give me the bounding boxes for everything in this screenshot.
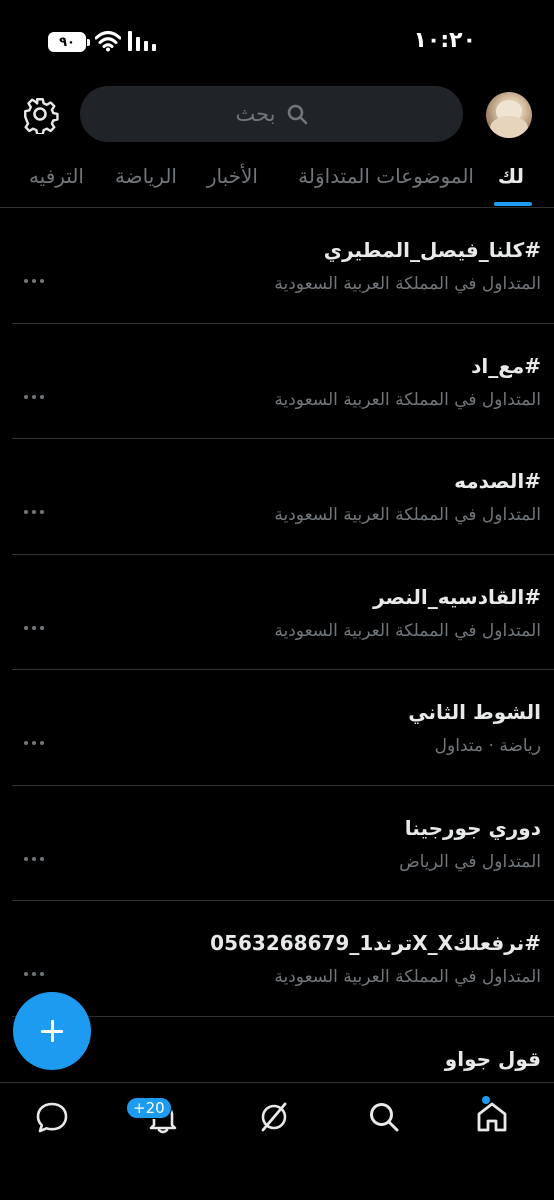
trend-title: #مع_اد — [471, 353, 541, 378]
search-icon — [287, 104, 307, 125]
tab-news[interactable]: الأخبار — [207, 164, 258, 188]
bottom-nav: +20 — [0, 1082, 554, 1200]
more-options-button[interactable] — [24, 617, 50, 637]
trend-meta: المتداول في المملكة العربية السعودية — [274, 505, 541, 525]
trend-meta: رياضة · متداول — [434, 736, 541, 756]
header: بحث — [0, 80, 554, 150]
nav-home[interactable] — [474, 1099, 514, 1139]
more-options-button[interactable] — [24, 732, 50, 752]
trend-item[interactable]: دوري جورجينا المتداول في الرياض — [12, 786, 554, 901]
trend-item[interactable]: الشوط الثاني رياضة · متداول — [12, 670, 554, 786]
trend-item[interactable]: #القادسيه_النصر المتداول في المملكة العر… — [12, 555, 554, 670]
search-input[interactable]: بحث — [80, 86, 463, 142]
trend-title: الشوط الثاني — [408, 700, 541, 724]
home-icon — [477, 1102, 507, 1132]
tab-trending[interactable]: الموضوعات المتداوَلة — [298, 164, 474, 188]
messages-icon — [36, 1102, 68, 1133]
trend-item[interactable]: #مع_اد المتداول في المملكة العربية السعو… — [12, 324, 554, 439]
trend-item[interactable]: #الصدمه المتداول في المملكة العربية السع… — [12, 439, 554, 555]
grok-icon — [261, 1102, 287, 1132]
trend-item[interactable]: #كلنا_فيصل_المطيري المتداول في المملكة ا… — [12, 208, 554, 324]
more-options-button[interactable] — [24, 963, 50, 983]
status-bar: ٩٠ ١٠:٢٠ — [0, 0, 554, 80]
more-options-button[interactable] — [24, 501, 50, 521]
tab-for-you[interactable]: لك — [498, 164, 524, 188]
avatar[interactable] — [486, 92, 532, 138]
tab-bar: لك الموضوعات المتداوَلة الأخبار الرياضة … — [0, 150, 554, 208]
compose-button[interactable] — [13, 992, 91, 1070]
trend-list: #كلنا_فيصل_المطيري المتداول في المملكة ا… — [12, 208, 554, 1132]
search-placeholder: بحث — [235, 102, 276, 126]
more-options-button[interactable] — [24, 386, 50, 406]
more-options-button[interactable] — [24, 270, 50, 290]
trend-title: قول جواو — [444, 1046, 541, 1071]
trend-meta: المتداول في المملكة العربية السعودية — [274, 274, 541, 294]
trend-meta: المتداول في المملكة العربية السعودية — [274, 620, 541, 641]
wifi-icon — [95, 31, 121, 52]
nav-search[interactable] — [366, 1099, 406, 1139]
gear-icon — [24, 98, 59, 136]
more-options-button[interactable] — [24, 848, 50, 868]
trend-meta: المتداول في المملكة العربية السعودية — [274, 967, 541, 987]
signal-icon — [128, 31, 156, 51]
nav-messages[interactable] — [34, 1099, 74, 1139]
trend-meta: المتداول في المملكة العربية السعودية — [274, 389, 541, 410]
trend-title: #نرفعلكX_Xترند1_0563268679 — [210, 931, 541, 955]
trend-item[interactable]: #نرفعلكX_Xترند1_0563268679 المتداول في ا… — [12, 901, 554, 1017]
clock: ١٠:٢٠ — [413, 28, 476, 53]
trend-title: دوري جورجينا — [404, 815, 541, 840]
trend-title: #الصدمه — [454, 469, 541, 493]
nav-grok[interactable] — [256, 1099, 296, 1139]
settings-button[interactable] — [20, 94, 60, 136]
trend-meta: المتداول في الرياض — [399, 851, 541, 872]
trend-title: #القادسيه_النصر — [373, 584, 541, 609]
tab-entertainment[interactable]: الترفيه — [29, 164, 84, 188]
trend-title: #كلنا_فيصل_المطيري — [323, 238, 541, 262]
search-icon — [370, 1103, 399, 1132]
battery-icon: ٩٠ — [48, 32, 90, 52]
active-tab-indicator — [494, 202, 532, 206]
notification-badge: +20 — [126, 1097, 172, 1119]
tab-sports[interactable]: الرياضة — [115, 164, 177, 188]
